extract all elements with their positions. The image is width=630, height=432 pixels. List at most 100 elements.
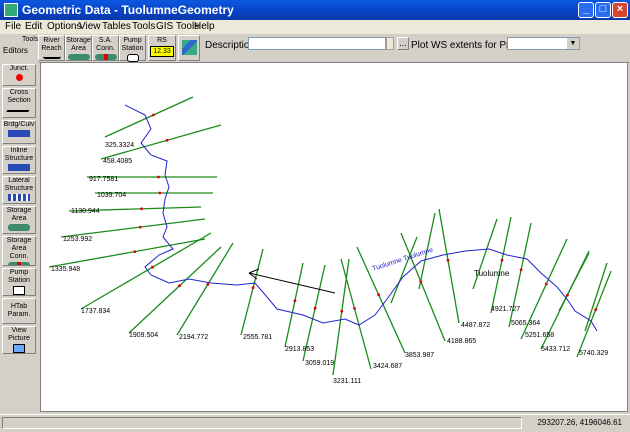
menu-options[interactable]: Options [47, 21, 81, 32]
status-pane [2, 417, 522, 429]
station-label: 2194.772 [179, 334, 208, 341]
station-label: 4921.727 [491, 306, 520, 313]
gis-map-button[interactable] [178, 35, 200, 61]
cross-section-line[interactable] [438, 208, 460, 324]
bank-station-marker [251, 286, 255, 290]
storage-area-icon [67, 54, 90, 60]
river-centerline[interactable] [124, 104, 598, 332]
pump-icon [126, 54, 139, 62]
status-bar: 293207.26, 4196046.61 [0, 414, 630, 432]
map-icon [181, 40, 197, 55]
description-browse-button[interactable]: ... [397, 37, 409, 50]
station-label: 4188.865 [447, 338, 476, 345]
station-label: 3059.019 [305, 360, 334, 367]
cursor-coordinates: 293207.26, 4196046.61 [537, 418, 622, 427]
station-label: 1253.992 [63, 236, 92, 243]
station-label: 4487.872 [461, 322, 490, 329]
river-label: Tuolumne [474, 269, 510, 278]
cross-section-line[interactable] [584, 262, 608, 332]
cross-section-line[interactable] [80, 232, 212, 310]
menu-help[interactable]: Help [194, 21, 215, 32]
menu-gis-tools[interactable]: GIS Tools [156, 21, 199, 32]
storage-area-icon [8, 224, 30, 231]
bank-station-marker [178, 284, 182, 288]
station-label: 1039.704 [97, 192, 126, 199]
sa-conn-button[interactable]: S.A. Conn. [92, 35, 119, 61]
inline-structure-icon [8, 164, 30, 171]
editor-sidebar: Junct. Cross Section Brdg/Culv Inline St… [0, 62, 38, 414]
junction-button[interactable]: Junct. [2, 64, 36, 86]
cross-section-line[interactable] [176, 242, 234, 336]
bank-station-marker [140, 207, 143, 211]
bank-station-marker [138, 225, 142, 229]
maximize-button[interactable]: □ [595, 2, 611, 18]
cross-section-line[interactable] [332, 258, 350, 376]
station-label: 917.7581 [89, 176, 118, 183]
bank-station-marker [158, 191, 162, 195]
cross-section-line[interactable] [284, 262, 304, 348]
station-label: 2555.781 [243, 334, 272, 341]
geometry-map[interactable]: 325.3324 458.4085 917.7581 1039.704 1130.944… [41, 63, 627, 411]
bank-station-layer [133, 113, 598, 313]
cross-section-line[interactable] [490, 216, 512, 314]
lateral-structure-icon [8, 194, 30, 201]
description-input[interactable] [248, 37, 386, 50]
storage-conn-icon [8, 262, 30, 265]
window-title: Geometric Data - TuolumneGeometry [22, 3, 234, 17]
title-bar: Geometric Data - TuolumneGeometry _ □ × [0, 0, 630, 20]
bank-station-marker [419, 280, 423, 283]
station-label: 1335.948 [51, 266, 80, 273]
bank-station-marker [157, 175, 160, 179]
station-label: 325.3324 [105, 142, 134, 149]
storage-area-side-button[interactable]: Storage Area [2, 206, 36, 234]
menu-edit[interactable]: Edit [25, 21, 42, 32]
bridge-culvert-button[interactable]: Brdg/Culv [2, 120, 36, 144]
pump-station-button[interactable]: Pump Station [119, 35, 146, 62]
menu-bar: File Edit Options View Tables Tools GIS … [0, 20, 630, 34]
pump-station-side-button[interactable]: Pump Station [2, 268, 36, 296]
cross-section-line[interactable] [390, 236, 418, 304]
menu-file[interactable]: File [5, 21, 21, 32]
bank-station-marker [293, 299, 297, 303]
storage-area-button[interactable]: Storage Area [65, 35, 92, 61]
view-picture-button[interactable]: View Picture [2, 326, 36, 354]
geometry-canvas[interactable]: 325.3324 458.4085 917.7581 1039.704 1130.944… [40, 62, 628, 412]
picture-icon [13, 344, 25, 353]
station-label: 3853.987 [405, 352, 434, 359]
cross-section-line[interactable] [472, 218, 498, 290]
menu-tables[interactable]: Tables [102, 21, 131, 32]
bank-station-marker [377, 293, 380, 297]
cross-section-line[interactable] [128, 246, 222, 334]
junction-icon [15, 74, 23, 81]
cross-section-line[interactable] [340, 258, 372, 370]
lateral-structure-button[interactable]: Lateral Structure [2, 176, 36, 204]
tools-label: Tools [22, 36, 39, 43]
cross-section-button[interactable]: Cross Section [2, 88, 36, 118]
rs-button[interactable]: RS 12.33 [148, 35, 176, 61]
menu-tools[interactable]: Tools [132, 21, 155, 32]
htab-param-button[interactable]: HTab Param. [2, 298, 36, 324]
profile-select[interactable]: ▼ [507, 37, 580, 50]
bank-station-marker [313, 306, 317, 310]
cross-section-line[interactable] [48, 238, 206, 268]
close-button[interactable]: × [612, 2, 628, 18]
cross-section-line[interactable] [558, 252, 590, 312]
cross-section-line[interactable] [576, 270, 612, 358]
minimize-button[interactable]: _ [578, 2, 594, 18]
inline-structure-button[interactable]: Inline Structure [2, 146, 36, 174]
arrow-icon [42, 54, 61, 59]
bank-station-marker [152, 113, 155, 117]
description-spin[interactable] [386, 37, 394, 50]
cross-section-line[interactable] [60, 218, 206, 238]
flow-arrow [248, 268, 336, 294]
bank-station-marker [165, 138, 169, 142]
river-reach-button[interactable]: River Reach [38, 35, 65, 61]
station-label: 5740.329 [579, 350, 608, 357]
bank-station-marker [340, 309, 344, 313]
storage-area-conn-button[interactable]: Storage Area Conn. [2, 236, 36, 266]
bank-station-marker [594, 308, 598, 312]
cross-section-line[interactable] [240, 248, 264, 336]
bridge-icon [8, 130, 30, 137]
editors-label: Editors [3, 46, 28, 55]
menu-view[interactable]: View [79, 21, 101, 32]
